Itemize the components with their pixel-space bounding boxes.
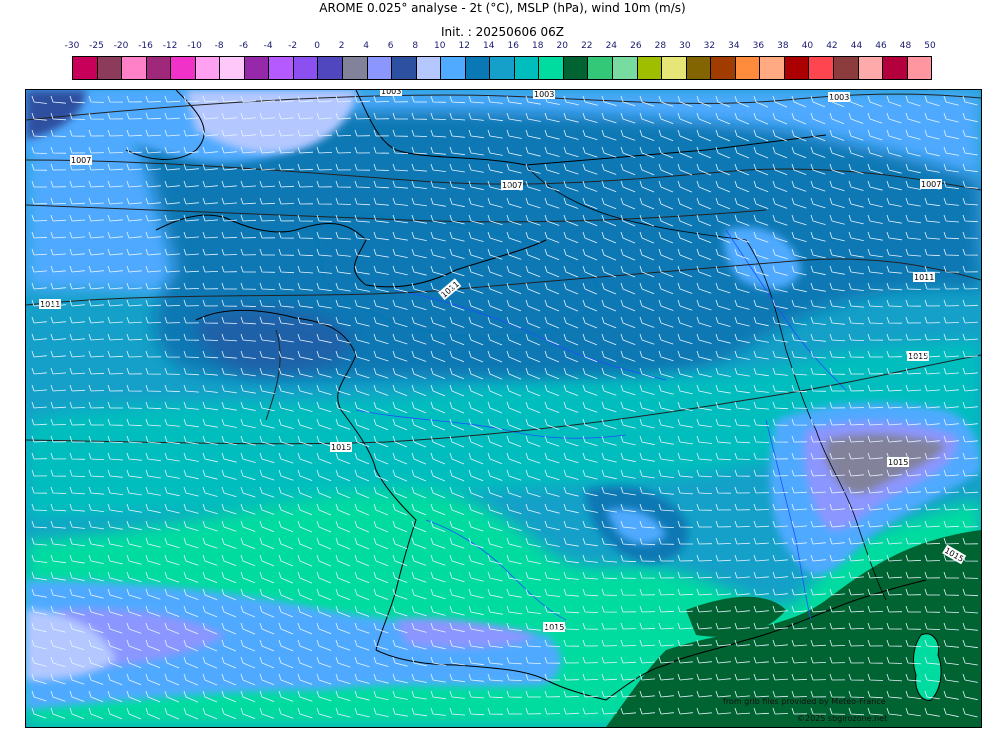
colorbar-tick-label: 12 bbox=[458, 41, 470, 51]
isobar-label-1015: 1015 bbox=[544, 623, 564, 632]
colorbar-swatch bbox=[146, 57, 172, 79]
isobar-label-1015: 1015 bbox=[888, 458, 908, 467]
colorbar-swatch bbox=[539, 57, 564, 79]
colorbar-swatch bbox=[171, 57, 196, 79]
colorbar-tick-label: 34 bbox=[728, 41, 740, 51]
colorbar-tick-label: 38 bbox=[777, 41, 789, 51]
colorbar-tick-label: 50 bbox=[924, 41, 936, 51]
colorbar-tick-label: 18 bbox=[532, 41, 544, 51]
colorbar-tick-label: 0 bbox=[314, 41, 320, 51]
colorbar-tick-label: -30 bbox=[64, 41, 80, 51]
colorbar-swatch bbox=[97, 57, 123, 79]
colorbar-tick-label: -4 bbox=[263, 41, 273, 51]
colorbar-swatch bbox=[784, 57, 810, 79]
colorbar-swatch bbox=[343, 57, 368, 79]
colorbar-swatch bbox=[220, 57, 245, 79]
colorbar-tick-label: 8 bbox=[412, 41, 419, 51]
colorbar-tick-label: 22 bbox=[581, 41, 593, 51]
colorbar-tick-label: 40 bbox=[801, 41, 814, 51]
colorbar-tick-label: -6 bbox=[239, 41, 249, 51]
colorbar-swatch bbox=[318, 57, 344, 79]
colorbar-swatch bbox=[588, 57, 614, 79]
colorbar-tick-label: 32 bbox=[703, 41, 716, 51]
colorbar-tick-label: -8 bbox=[214, 41, 224, 51]
colorbar-tick-labels: -30 -25 -20 -16 -12 -10 -8 -6 -4 -2 0 2 4 6 8 10 12 14 16 1… bbox=[65, 41, 936, 53]
colorbar-swatch bbox=[686, 57, 712, 79]
colorbar-swatch bbox=[613, 57, 638, 79]
isobar-label-1003: 1003 bbox=[534, 90, 554, 99]
colorbar-swatch bbox=[858, 57, 884, 79]
isobar-label-1015: 1015 bbox=[331, 443, 351, 452]
isobar-label-1007: 1007 bbox=[502, 181, 522, 190]
colorbar-tick-label: -16 bbox=[138, 41, 153, 51]
colorbar-tick-label: -10 bbox=[187, 41, 202, 51]
colorbar-swatch bbox=[441, 57, 466, 79]
temperature-colorbar bbox=[72, 56, 932, 80]
colorbar-tick-label: 16 bbox=[507, 41, 519, 51]
colorbar-tick-label: 48 bbox=[899, 41, 912, 51]
isobar-label-1011: 1011 bbox=[914, 273, 934, 282]
colorbar-tick-label: 14 bbox=[483, 41, 495, 51]
copyright-credit: ©2025 sbgirozone.net bbox=[797, 714, 888, 723]
colorbar-swatch bbox=[392, 57, 417, 79]
colorbar-swatch bbox=[269, 57, 294, 79]
colorbar-swatch bbox=[293, 57, 319, 79]
colorbar-swatch bbox=[662, 57, 687, 79]
isobar-label-1003: 1003 bbox=[829, 93, 849, 102]
weather-map[interactable]: 1003 1003 1003 1007 1007 1007 1011 1011 … bbox=[25, 89, 982, 728]
colorbar-swatch bbox=[367, 57, 393, 79]
colorbar-swatch bbox=[563, 57, 589, 79]
colorbar-tick-label: -2 bbox=[288, 41, 298, 51]
colorbar-tick-label: 42 bbox=[826, 41, 838, 51]
colorbar-swatch bbox=[465, 57, 491, 79]
colorbar-swatch bbox=[195, 57, 221, 79]
colorbar-swatch bbox=[883, 57, 908, 79]
colorbar-tick-label: 28 bbox=[654, 41, 667, 51]
colorbar-tick-label: 6 bbox=[387, 41, 394, 51]
isobar-label-1011: 1011 bbox=[40, 300, 60, 309]
chart-title: AROME 0.025° analyse - 2t (°C), MSLP (hP… bbox=[319, 1, 686, 15]
colorbar-swatch bbox=[711, 57, 736, 79]
colorbar-tick-label: 36 bbox=[752, 41, 765, 51]
colorbar-swatch bbox=[244, 57, 270, 79]
init-time-label: Init. : 20250606 06Z bbox=[440, 25, 565, 39]
colorbar-swatch bbox=[833, 57, 859, 79]
colorbar-swatch bbox=[637, 57, 663, 79]
isobar-label-1007: 1007 bbox=[71, 156, 91, 165]
colorbar-tick-label: 26 bbox=[630, 41, 642, 51]
isobar-label-1003: 1003 bbox=[381, 90, 401, 96]
colorbar-tick-label: 20 bbox=[556, 41, 568, 51]
colorbar-swatch bbox=[73, 57, 98, 79]
colorbar-swatch bbox=[809, 57, 834, 79]
colorbar-tick-label: 24 bbox=[605, 41, 618, 51]
colorbar-swatch bbox=[735, 57, 761, 79]
colorbar-tick-label: 4 bbox=[363, 41, 370, 51]
colorbar-swatch bbox=[416, 57, 442, 79]
colorbar-swatch bbox=[490, 57, 515, 79]
colorbar-tick-label: -25 bbox=[89, 41, 104, 51]
colorbar-tick-label: 2 bbox=[338, 41, 345, 51]
colorbar-tick-label: 46 bbox=[875, 41, 887, 51]
colorbar-tick-label: 10 bbox=[433, 41, 446, 51]
colorbar-swatch bbox=[907, 57, 932, 79]
colorbar-tick-label: 44 bbox=[850, 41, 863, 51]
colorbar-swatch bbox=[514, 57, 540, 79]
colorbar-tick-label: -20 bbox=[113, 41, 129, 51]
colorbar-swatch bbox=[760, 57, 785, 79]
source-credit: from grib files provided by Meteo-France bbox=[723, 697, 886, 706]
colorbar-tick-label: 30 bbox=[679, 41, 691, 51]
colorbar-tick-label: -12 bbox=[162, 41, 178, 51]
map-canvas: 1003 1003 1003 1007 1007 1007 1011 1011 … bbox=[26, 90, 981, 727]
colorbar-swatch bbox=[122, 57, 147, 79]
